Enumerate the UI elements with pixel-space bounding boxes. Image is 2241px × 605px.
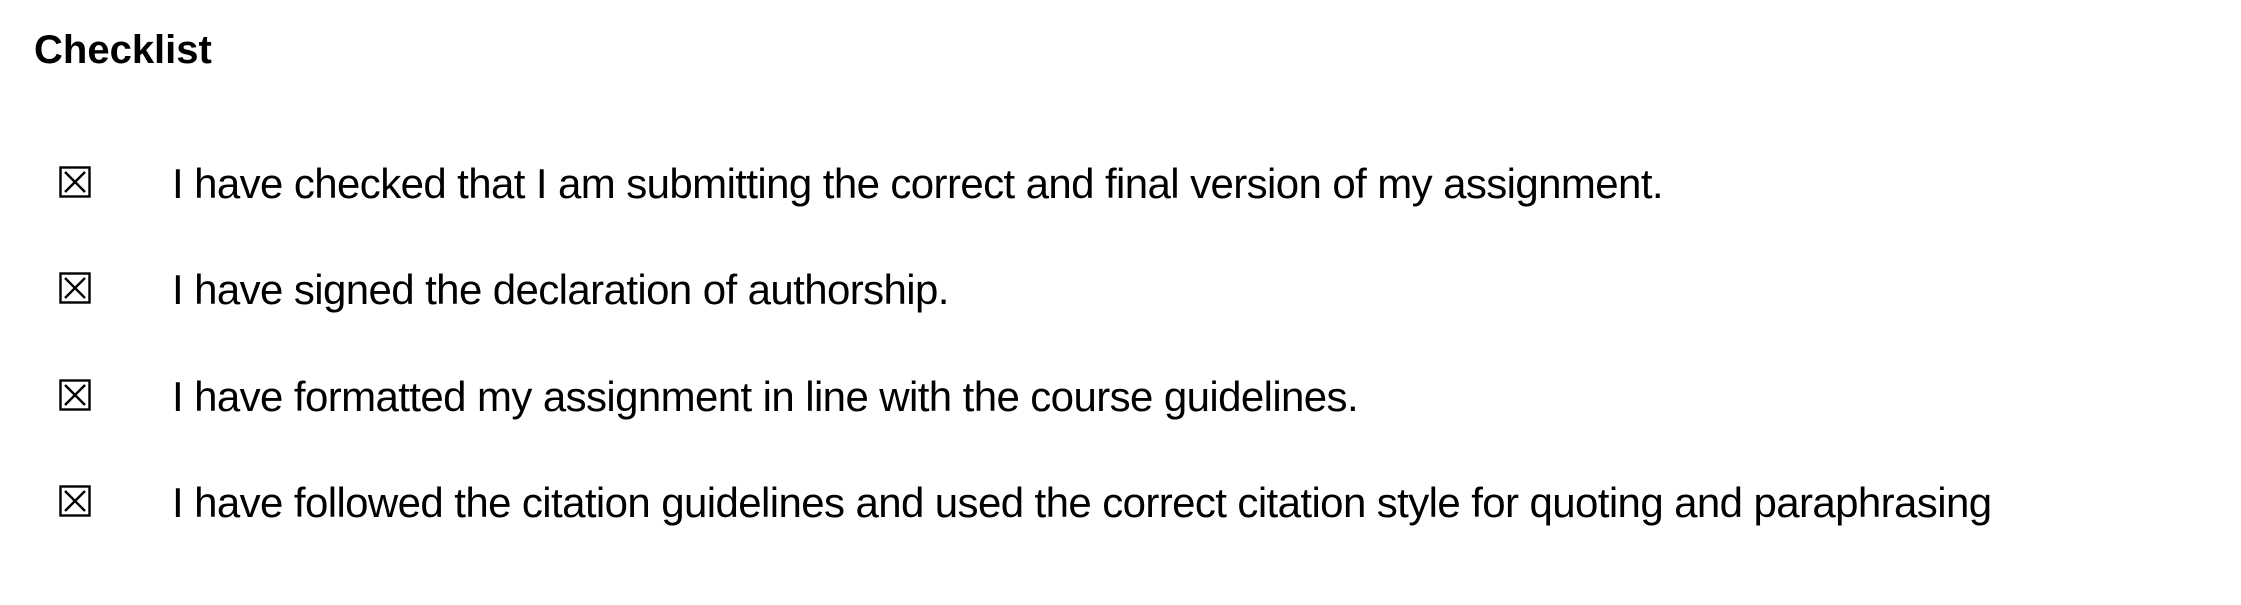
checked-box-icon[interactable] [59,485,91,517]
checklist-item-label: I have formatted my assignment in line w… [172,373,1359,420]
checklist-item: I have followed the citation guidelines … [0,473,2241,533]
checklist: I have checked that I am submitting the … [0,0,2241,605]
checklist-item: I have checked that I am submitting the … [0,154,2241,214]
checked-box-icon[interactable] [59,379,91,411]
checked-box-icon[interactable] [59,166,91,198]
checked-box-icon[interactable] [59,272,91,304]
checklist-item-label: I have followed the citation guidelines … [172,479,1992,526]
checklist-item-label: I have checked that I am submitting the … [172,160,1664,207]
checklist-item-label: I have signed the declaration of authors… [172,266,949,313]
document-page: Checklist I have checked that I am submi… [0,0,2241,605]
checklist-item: I have signed the declaration of authors… [0,260,2241,320]
checklist-item: I have formatted my assignment in line w… [0,367,2241,427]
